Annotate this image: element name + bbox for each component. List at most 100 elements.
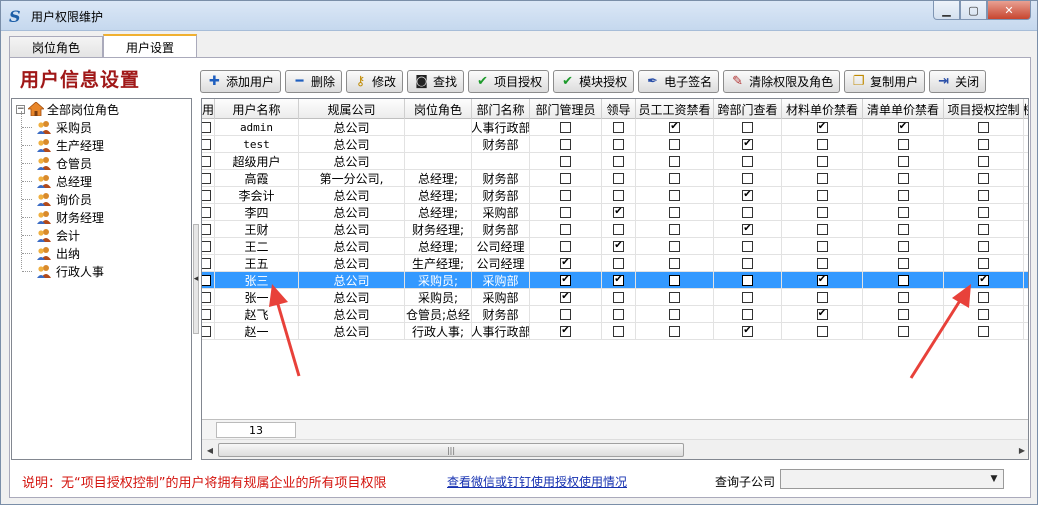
salary-hidden-checkbox[interactable] bbox=[669, 206, 680, 218]
table-row[interactable]: 王财 总公司 财务经理; 财务部 ✔ bbox=[202, 221, 1028, 238]
role-tree[interactable]: − 全部岗位角色 采购员 生产经理 仓管员 总经理 询价员 财务经理 会计 出纳 行政人事 bbox=[11, 98, 192, 460]
salary-hidden-checkbox[interactable] bbox=[669, 172, 680, 184]
copy-user-button[interactable]: ❐ 复制用户 bbox=[844, 70, 926, 93]
edit-button[interactable]: ⚷ 修改 bbox=[346, 70, 404, 93]
salary-hidden-checkbox[interactable] bbox=[669, 155, 680, 167]
scrollbar-thumb[interactable]: ||| bbox=[218, 443, 684, 457]
cross-dept-view-checkbox[interactable]: ✔ bbox=[742, 223, 753, 235]
cross-dept-view-checkbox[interactable]: ✔ bbox=[742, 189, 753, 201]
tree-item[interactable]: 会计 bbox=[36, 226, 80, 244]
tree-item[interactable]: 总经理 bbox=[36, 172, 92, 190]
tree-item[interactable]: 生产经理 bbox=[36, 136, 104, 154]
clear-permissions-button[interactable]: ✎ 清除权限及角色 bbox=[723, 70, 841, 93]
column-header[interactable]: 用户名称 bbox=[215, 99, 299, 119]
row-checkbox[interactable] bbox=[202, 223, 211, 235]
row-checkbox[interactable] bbox=[202, 172, 211, 184]
table-row[interactable]: 高霞 第一分公司, 总经理; 财务部 bbox=[202, 170, 1028, 187]
column-header[interactable]: 权 bbox=[1024, 99, 1028, 119]
salary-hidden-checkbox[interactable] bbox=[669, 274, 680, 286]
leader-checkbox[interactable] bbox=[613, 257, 624, 269]
project-auth-control-checkbox[interactable] bbox=[978, 325, 989, 337]
column-header[interactable]: 领导 bbox=[602, 99, 636, 119]
column-header[interactable]: 部门管理员 bbox=[530, 99, 602, 119]
collapse-panel-handle[interactable]: ◂ bbox=[193, 224, 199, 334]
leader-checkbox[interactable] bbox=[613, 121, 624, 133]
leader-checkbox[interactable] bbox=[613, 155, 624, 167]
column-header[interactable]: 员工工资禁看 bbox=[636, 99, 714, 119]
cross-dept-view-checkbox[interactable] bbox=[742, 240, 753, 252]
column-header[interactable]: 清单单价禁看 bbox=[863, 99, 944, 119]
list-price-hidden-checkbox[interactable] bbox=[897, 308, 909, 320]
leader-checkbox[interactable] bbox=[613, 138, 624, 150]
material-price-hidden-checkbox[interactable] bbox=[816, 138, 828, 150]
scroll-right-icon[interactable]: ▶ bbox=[1015, 443, 1028, 457]
table-row[interactable]: 超级用户 总公司 bbox=[202, 153, 1028, 170]
column-header[interactable]: 规属公司 bbox=[299, 99, 405, 119]
dept-admin-checkbox[interactable] bbox=[560, 172, 571, 184]
leader-checkbox[interactable] bbox=[613, 189, 624, 201]
leader-checkbox[interactable]: ✔ bbox=[613, 240, 624, 252]
salary-hidden-checkbox[interactable] bbox=[669, 240, 680, 252]
row-checkbox[interactable] bbox=[202, 189, 211, 201]
cross-dept-view-checkbox[interactable] bbox=[742, 206, 753, 218]
delete-button[interactable]: ━ 删除 bbox=[285, 70, 343, 93]
list-price-hidden-checkbox[interactable] bbox=[897, 291, 909, 303]
dept-admin-checkbox[interactable] bbox=[560, 206, 571, 218]
column-header[interactable]: 材料单价禁看 bbox=[782, 99, 863, 119]
tree-item[interactable]: 出纳 bbox=[36, 244, 80, 262]
project-auth-control-checkbox[interactable] bbox=[978, 308, 989, 320]
row-checkbox[interactable] bbox=[202, 138, 211, 150]
salary-hidden-checkbox[interactable] bbox=[669, 325, 680, 337]
material-price-hidden-checkbox[interactable] bbox=[816, 223, 828, 235]
list-price-hidden-checkbox[interactable] bbox=[897, 172, 909, 184]
dept-admin-checkbox[interactable] bbox=[560, 155, 571, 167]
dept-admin-checkbox[interactable] bbox=[560, 138, 571, 150]
close-window-button[interactable]: ✕ bbox=[987, 1, 1031, 20]
table-row[interactable]: 张一 总公司 采购员; 采购部 ✔ bbox=[202, 289, 1028, 306]
table-row[interactable]: 李四 总公司 总经理; 采购部 ✔ bbox=[202, 204, 1028, 221]
cross-dept-view-checkbox[interactable] bbox=[742, 257, 753, 269]
user-grid[interactable]: 用用户名称 规属公司 岗位角色 部门名称 部门管理员 领导 员工工资禁看 跨部门查看 材料单价禁… bbox=[201, 98, 1029, 460]
row-checkbox[interactable] bbox=[202, 155, 211, 167]
maximize-button[interactable]: ▢ bbox=[960, 1, 987, 20]
tree-item[interactable]: 采购员 bbox=[36, 118, 92, 136]
chevron-down-icon[interactable]: ▼ bbox=[985, 470, 1003, 488]
dept-admin-checkbox[interactable] bbox=[560, 223, 571, 235]
material-price-hidden-checkbox[interactable] bbox=[816, 155, 828, 167]
leader-checkbox[interactable]: ✔ bbox=[613, 206, 624, 218]
tab-user-settings[interactable]: 用户设置 bbox=[103, 34, 198, 58]
project-auth-control-checkbox[interactable]: ✔ bbox=[978, 274, 989, 286]
cross-dept-view-checkbox[interactable]: ✔ bbox=[742, 138, 753, 150]
column-header[interactable]: 部门名称 bbox=[472, 99, 530, 119]
list-price-hidden-checkbox[interactable] bbox=[897, 325, 909, 337]
project-auth-control-checkbox[interactable] bbox=[978, 121, 989, 133]
list-price-hidden-checkbox[interactable] bbox=[897, 274, 909, 286]
cross-dept-view-checkbox[interactable] bbox=[742, 121, 753, 133]
leader-checkbox[interactable] bbox=[613, 325, 624, 337]
dept-admin-checkbox[interactable]: ✔ bbox=[560, 274, 571, 286]
row-checkbox[interactable] bbox=[202, 274, 211, 286]
salary-hidden-checkbox[interactable] bbox=[669, 223, 680, 235]
list-price-hidden-checkbox[interactable] bbox=[897, 138, 909, 150]
column-header[interactable]: 项目授权控制 bbox=[944, 99, 1024, 119]
table-row[interactable]: 赵飞 总公司 仓管员;总经 财务部 ✔ bbox=[202, 306, 1028, 323]
table-row[interactable]: test 总公司 财务部 ✔ bbox=[202, 136, 1028, 153]
column-header[interactable]: 用 bbox=[202, 99, 215, 119]
cross-dept-view-checkbox[interactable] bbox=[742, 172, 753, 184]
list-price-hidden-checkbox[interactable] bbox=[897, 240, 909, 252]
project-auth-control-checkbox[interactable] bbox=[978, 172, 989, 184]
table-row[interactable]: 张三 总公司 采购员; 采购部 ✔ ✔ ✔ ✔ bbox=[202, 272, 1028, 289]
project-auth-control-checkbox[interactable] bbox=[978, 155, 989, 167]
dept-admin-checkbox[interactable]: ✔ bbox=[560, 325, 571, 337]
material-price-hidden-checkbox[interactable] bbox=[816, 172, 828, 184]
material-price-hidden-checkbox[interactable] bbox=[816, 291, 828, 303]
project-auth-control-checkbox[interactable] bbox=[978, 257, 989, 269]
list-price-hidden-checkbox[interactable] bbox=[897, 206, 909, 218]
table-row[interactable]: 李会计 总公司 总经理; 财务部 ✔ bbox=[202, 187, 1028, 204]
leader-checkbox[interactable]: ✔ bbox=[613, 274, 624, 286]
table-row[interactable]: 王五 总公司 生产经理; 公司经理 ✔ bbox=[202, 255, 1028, 272]
dept-admin-checkbox[interactable] bbox=[560, 189, 571, 201]
module-authorize-button[interactable]: ✔ 模块授权 bbox=[553, 70, 635, 93]
row-checkbox[interactable] bbox=[202, 257, 211, 269]
salary-hidden-checkbox[interactable] bbox=[669, 257, 680, 269]
